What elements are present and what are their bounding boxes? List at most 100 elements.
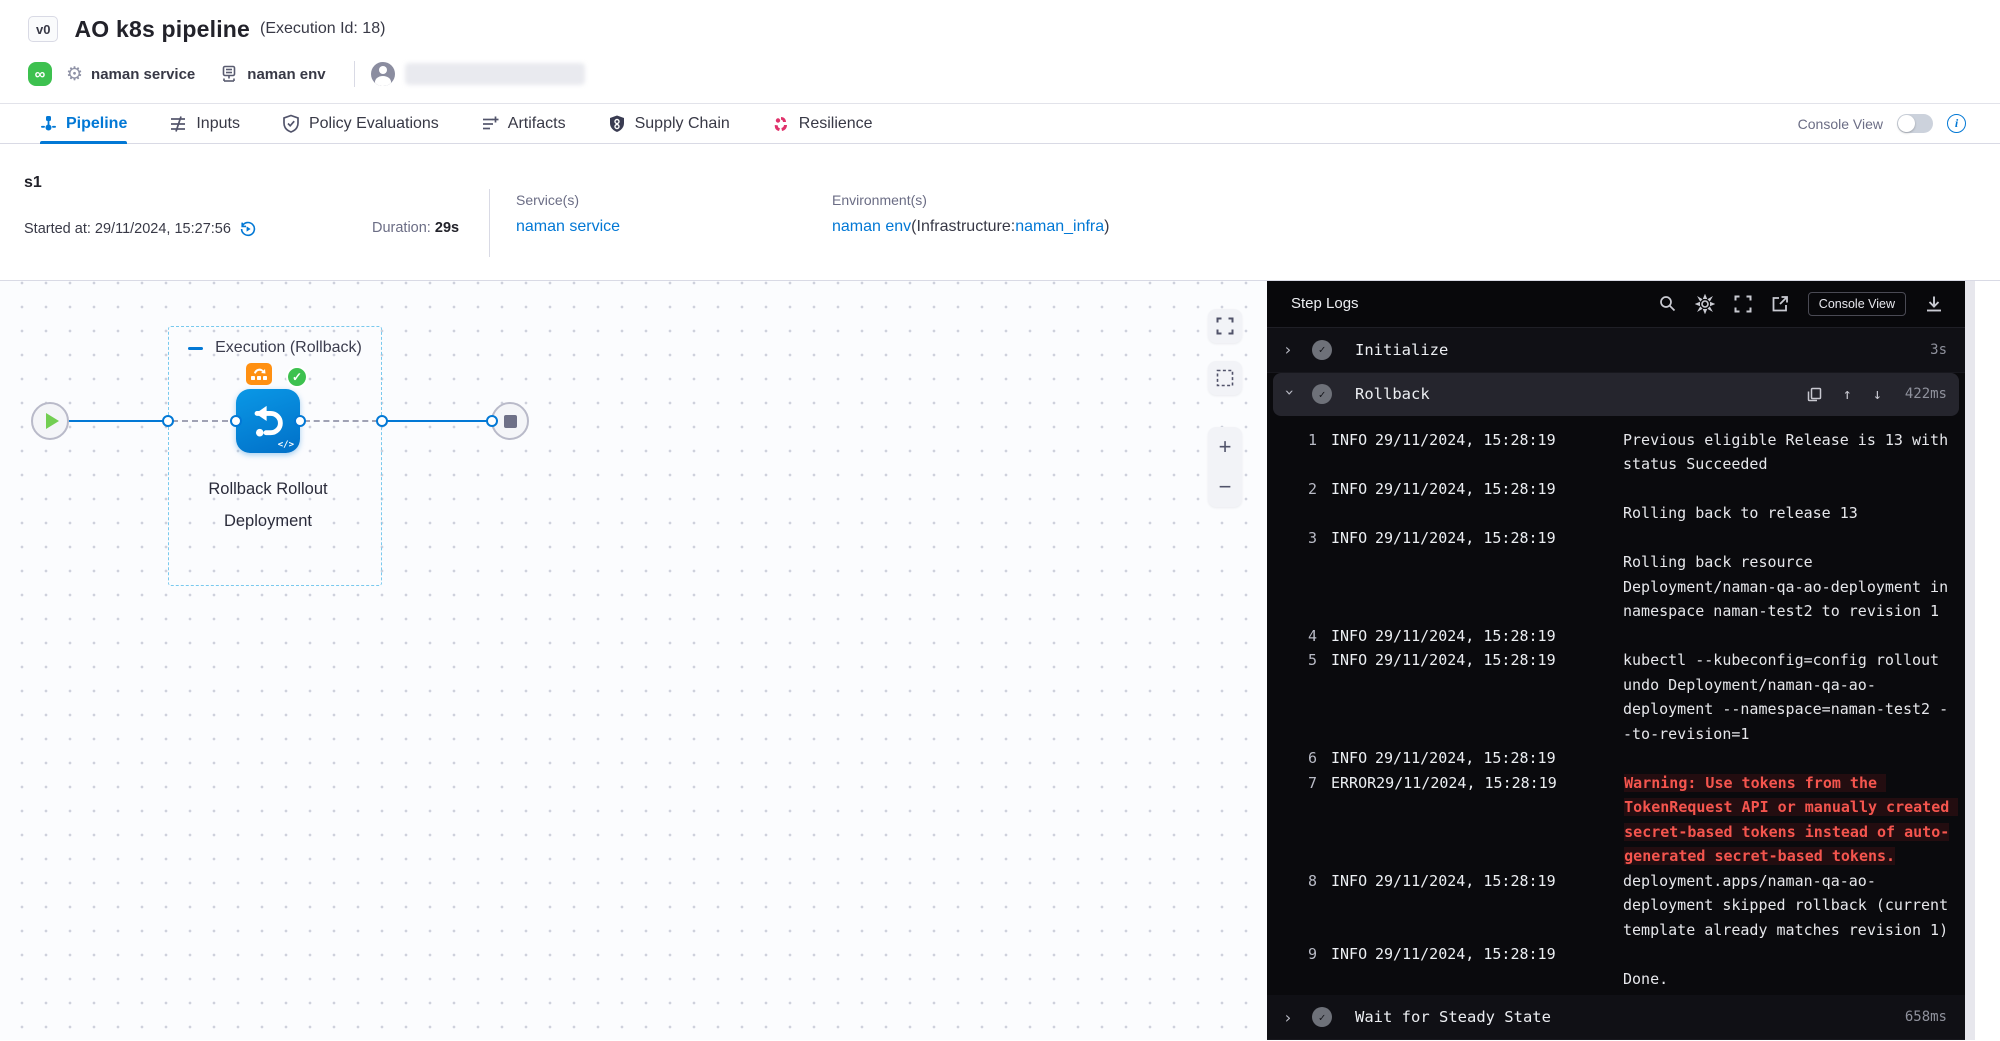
copy-icon[interactable] [1807,387,1822,402]
scrollbar[interactable] [1965,281,1975,1040]
console-view-toggle[interactable] [1897,114,1933,133]
right-gutter [1965,281,2000,1040]
divider [489,189,490,257]
rollback-step-node[interactable]: </> [236,389,300,453]
tab-supply-chain[interactable]: Supply Chain [608,104,730,143]
open-in-new-icon[interactable] [1771,295,1789,313]
log-line: 2INFO29/11/2024, 15:28:19 Rolling back t… [1303,477,1953,526]
service-name[interactable]: naman service [91,66,195,83]
fit-to-screen-button[interactable] [1208,309,1242,343]
code-glyph: </> [278,440,294,450]
log-message: Rolling back resource Deployment/naman-q… [1623,526,1953,624]
step-row-wait-for-steady-state[interactable]: › ✓ Wait for Steady State 658ms [1267,995,1965,1040]
scroll-down-icon[interactable]: ↓ [1873,385,1882,403]
services-column: Service(s) naman service [516,192,620,236]
success-check-icon: ✓ [286,366,308,388]
step-success-icon: ✓ [1312,340,1332,360]
log-line-number: 6 [1303,746,1317,771]
tab-pipeline[interactable]: Pipeline [40,104,127,143]
chevron-down-icon[interactable]: › [1281,387,1300,401]
toggle-knob [1898,115,1915,132]
pipeline-canvas[interactable]: Execution (Rollback) </> [0,281,1267,1040]
tab-label: Inputs [196,115,240,133]
step-logs-panel: Step Logs Console View [1267,281,1965,1040]
console-view-label: Console View [1798,116,1883,132]
log-line: 8INFO29/11/2024, 15:28:19deployment.apps… [1303,869,1953,943]
step-duration: 422ms [1905,386,1947,402]
environment-icon [219,64,239,84]
tab-bar-right: Console View i [1798,104,2000,143]
tab-inputs[interactable]: Inputs [169,104,240,143]
edge-group-to-end [386,420,494,422]
panel-header-icons: Console View [1659,292,1943,316]
page-header: v0 AO k8s pipeline (Execution Id: 18) ∞ … [0,0,2000,104]
redacted-user-text [405,63,585,85]
pipeline-execution-page: v0 AO k8s pipeline (Execution Id: 18) ∞ … [0,0,2000,1041]
log-line-number: 1 [1303,428,1317,477]
log-level: INFO [1331,624,1375,649]
scroll-up-icon[interactable]: ↑ [1843,385,1852,403]
tab-label: Supply Chain [635,115,730,133]
group-label-text: Execution (Rollback) [215,339,362,357]
tab-label: Resilience [799,115,873,133]
title-row: v0 AO k8s pipeline (Execution Id: 18) [28,12,2000,46]
service-link[interactable]: naman service [516,218,620,235]
log-level: INFO [1331,526,1375,624]
search-icon[interactable] [1659,295,1676,312]
execution-group-label: Execution (Rollback) [169,339,381,357]
divider [354,61,355,87]
chevron-right-icon[interactable]: › [1283,340,1297,359]
environment-link[interactable]: naman env [832,218,911,235]
environments-column: Environment(s) naman env(Infrastructure:… [832,192,1109,236]
rollback-arrow-icon [246,399,290,443]
tab-artifacts[interactable]: Artifacts [481,104,566,143]
step-name: Rollback [1355,385,1430,403]
log-line: 5INFO29/11/2024, 15:28:19kubectl --kubec… [1303,648,1953,746]
tab-resilience[interactable]: Resilience [772,104,873,143]
stop-icon [504,415,517,428]
step-node-label: Rollback Rollout Deployment [168,473,368,537]
step-success-icon: ✓ [1312,384,1332,404]
infrastructure-link[interactable]: naman_infra [1015,218,1104,235]
cd-pipeline-icon: ∞ [28,62,52,86]
log-output[interactable]: 1INFO29/11/2024, 15:28:19Previous eligib… [1267,416,1965,995]
execution-id: (Execution Id: 18) [260,20,385,38]
marquee-select-button[interactable] [1208,361,1242,395]
environment-name[interactable]: naman env [247,66,325,83]
step-duration: 3s [1930,342,1947,358]
zoom-in-button[interactable]: + [1219,436,1232,458]
step-row-initialize[interactable]: › ✓ Initialize 3s [1267,328,1965,373]
started-at-text: Started at: 29/11/2024, 15:27:56 [24,221,231,237]
history-icon[interactable] [239,220,257,238]
info-icon[interactable]: i [1947,114,1966,133]
log-message: Done. [1623,942,1953,991]
artifacts-icon [481,115,499,133]
log-line-error: 7ERROR29/11/2024, 15:28:19Warning: Use t… [1303,771,1953,869]
pipeline-start-node[interactable] [31,402,69,440]
log-message: deployment.apps/naman-qa-ao-deployment s… [1623,869,1953,943]
log-level: INFO [1331,477,1375,526]
log-level: INFO [1331,746,1375,771]
play-icon [46,413,59,429]
step-row-rollback[interactable]: › ✓ Rollback ↑ ↓ 422ms [1273,373,1959,416]
log-timestamp: 29/11/2024, 15:28:19 [1375,942,1565,991]
step-success-icon: ✓ [1312,1007,1332,1027]
expand-fullscreen-icon[interactable] [1734,295,1752,313]
log-line-number: 4 [1303,624,1317,649]
download-icon[interactable] [1925,295,1943,313]
execution-group-box[interactable]: Execution (Rollback) [168,326,382,586]
log-settings-gear-icon[interactable] [1695,294,1715,314]
tab-policy-evaluations[interactable]: Policy Evaluations [282,104,439,143]
console-view-button[interactable]: Console View [1808,292,1906,316]
collapse-icon[interactable] [188,347,203,350]
log-line-number: 8 [1303,869,1317,943]
shield-check-icon [282,114,300,133]
user-avatar-icon [371,62,395,86]
chevron-right-icon[interactable]: › [1283,1008,1297,1027]
panel-header: Step Logs Console View [1267,281,1965,328]
inputs-icon [169,115,187,133]
log-line-number: 2 [1303,477,1317,526]
connector-dot [376,415,388,427]
infrastructure-suffix: ) [1104,218,1109,235]
zoom-out-button[interactable]: − [1219,476,1232,498]
